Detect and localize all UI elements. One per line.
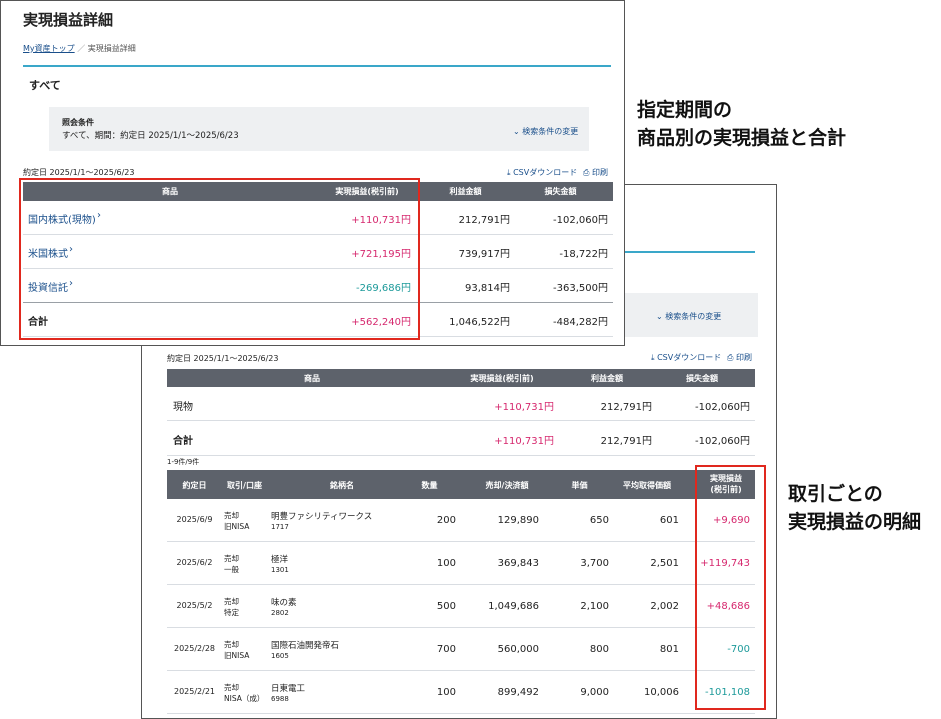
table-row: 2025/2/21 売却 NISA（成） 日東電工 6988 100 899,492 9,00… xyxy=(167,671,755,714)
cell-code: 1605 xyxy=(271,652,289,660)
col-product: 商品 xyxy=(304,374,320,383)
breadcrumb-home-link[interactable]: My資産トップ xyxy=(23,44,75,53)
cell-code: 1717 xyxy=(271,523,289,531)
cell-code: 1301 xyxy=(271,566,289,574)
summary-table-header: 商品 実現損益(税引前) 利益金額 損失金額 xyxy=(167,369,755,387)
cell-account: 旧NISA xyxy=(224,522,250,531)
print-link[interactable]: ⎙ 印刷 xyxy=(727,352,752,363)
cell-date: 2025/2/21 xyxy=(173,687,216,696)
cell-price: 2,100 xyxy=(580,601,609,612)
print-link[interactable]: ⎙ 印刷 xyxy=(583,167,608,178)
cell-date: 2025/6/2 xyxy=(176,558,213,567)
cell-account: 特定 xyxy=(224,608,239,617)
cell-name: 国際石油開発帝石 xyxy=(271,641,340,651)
cell-name: 極洋 xyxy=(271,555,289,565)
filter-title: 照会条件 xyxy=(62,118,94,127)
table-row: 2025/5/2 売却特定 味の素 2802 500 1,049,686 2,100 2,00… xyxy=(167,585,755,628)
cell-price: 9,000 xyxy=(580,687,609,698)
cell-trade: 売却 xyxy=(224,640,239,649)
table-row: 2025/6/2 売却 一般 極洋 1301 100 369,843 3,700 2,501 +1… xyxy=(167,542,755,585)
cell-name: 日東電工 xyxy=(271,684,306,694)
period-label: 約定日 2025/1/1〜2025/6/23 xyxy=(167,354,279,363)
cell-date: 2025/5/2 xyxy=(176,601,213,610)
chevron-down-icon: ⌄ xyxy=(656,312,663,321)
annotation-top: 指定期間の 商品別の実現損益と合計 xyxy=(637,99,847,149)
cell-date: 2025/6/9 xyxy=(176,515,213,524)
cell-amount: 1,049,686 xyxy=(488,601,539,612)
filter-change-link[interactable]: ⌄ 検索条件の変更 xyxy=(513,126,578,137)
cell-amount: 369,843 xyxy=(497,558,539,569)
summary-total-row: 合計 +110,731円 212,791円 -102,060円 xyxy=(167,421,755,456)
breadcrumb-current: 実現損益詳細 xyxy=(87,44,136,53)
col-loss: 損失金額 xyxy=(686,374,718,383)
cell-price: 650 xyxy=(589,515,609,526)
highlight-detail-pl xyxy=(695,465,766,710)
filter-panel: 照会条件 すべて、期間：約定日 2025/1/1〜2025/6/23 ⌄ 検索条… xyxy=(49,107,589,151)
cell-amount: 129,890 xyxy=(497,515,539,526)
chevron-down-icon: ⌄ xyxy=(513,127,520,136)
annotation-bottom: 取引ごとの 実現損益の明細 xyxy=(788,483,922,533)
accent-divider xyxy=(23,65,611,67)
detail-table-header: 約定日 取引/口座 銘柄名 数量 売却/決済額 単価 平均取得価額 実現損益 (… xyxy=(167,470,755,499)
cell-price: 3,700 xyxy=(580,558,609,569)
cell-amount: 899,492 xyxy=(497,687,539,698)
cell-date: 2025/2/28 xyxy=(173,644,216,653)
cell-account: 一般 xyxy=(224,565,239,574)
col-realized-pl: 実現損益(税引前) xyxy=(470,374,534,383)
cell-qty: 100 xyxy=(436,558,456,569)
table-row: 2025/2/28 売却旧NISA 国際石油開発帝石 1605 700 560,000 80… xyxy=(167,628,755,671)
cell-trade: 売却 xyxy=(224,597,239,606)
summary-window: 実現損益詳細 My資産トップ ／ 実現損益詳細 すべて 照会条件 すべて、期間：… xyxy=(0,0,625,346)
cell-name: 明豊ファシリティワークス xyxy=(271,512,373,522)
cell-account: NISA（成） xyxy=(224,694,265,703)
cell-trade: 売却 xyxy=(224,683,239,692)
cell-qty: 200 xyxy=(436,515,456,526)
result-count: 1-9件/9件 xyxy=(167,458,200,466)
table-row: 2025/6/9 売却旧NISA 明豊ファシリティワークス 1717 200 129,89… xyxy=(167,499,755,542)
cell-avg: 601 xyxy=(659,515,679,526)
section-title: すべて xyxy=(29,79,61,92)
period-label: 約定日 2025/1/1〜2025/6/23 xyxy=(23,168,135,177)
filter-text: すべて、期間：約定日 2025/1/1〜2025/6/23 xyxy=(62,131,239,141)
filter-change-link[interactable]: ⌄ 検索条件の変更 xyxy=(656,311,721,322)
summary-row: 現物 +110,731円 212,791円 -102,060円 xyxy=(167,387,755,421)
cell-avg: 10,006 xyxy=(644,687,679,698)
cell-avg: 801 xyxy=(659,644,679,655)
cell-price: 800 xyxy=(589,644,609,655)
csv-download-link[interactable]: ⤓ CSVダウンロード xyxy=(651,352,721,363)
highlight-product-pl xyxy=(19,178,420,340)
cell-code: 2802 xyxy=(271,609,289,617)
printer-icon: ⎙ xyxy=(727,353,734,362)
cell-qty: 100 xyxy=(436,687,456,698)
csv-download-link[interactable]: ⤓ CSVダウンロード xyxy=(507,167,577,178)
cell-qty: 500 xyxy=(436,601,456,612)
cell-avg: 2,501 xyxy=(650,558,679,569)
cell-trade: 売却 xyxy=(224,554,239,563)
download-icon: ⤓ xyxy=(507,168,511,177)
download-icon: ⤓ xyxy=(651,353,655,362)
cell-qty: 700 xyxy=(436,644,456,655)
cell-avg: 2,002 xyxy=(650,601,679,612)
cell-account: 旧NISA xyxy=(224,651,250,660)
cell-amount: 560,000 xyxy=(497,644,539,655)
cell-code: 6988 xyxy=(271,695,289,703)
printer-icon: ⎙ xyxy=(583,168,590,177)
breadcrumb: My資産トップ ／ 実現損益詳細 xyxy=(23,44,136,53)
cell-trade: 売却 xyxy=(224,511,239,520)
page-title: 実現損益詳細 xyxy=(23,11,114,29)
cell-name: 味の素 xyxy=(271,598,297,608)
col-profit: 利益金額 xyxy=(591,374,623,383)
